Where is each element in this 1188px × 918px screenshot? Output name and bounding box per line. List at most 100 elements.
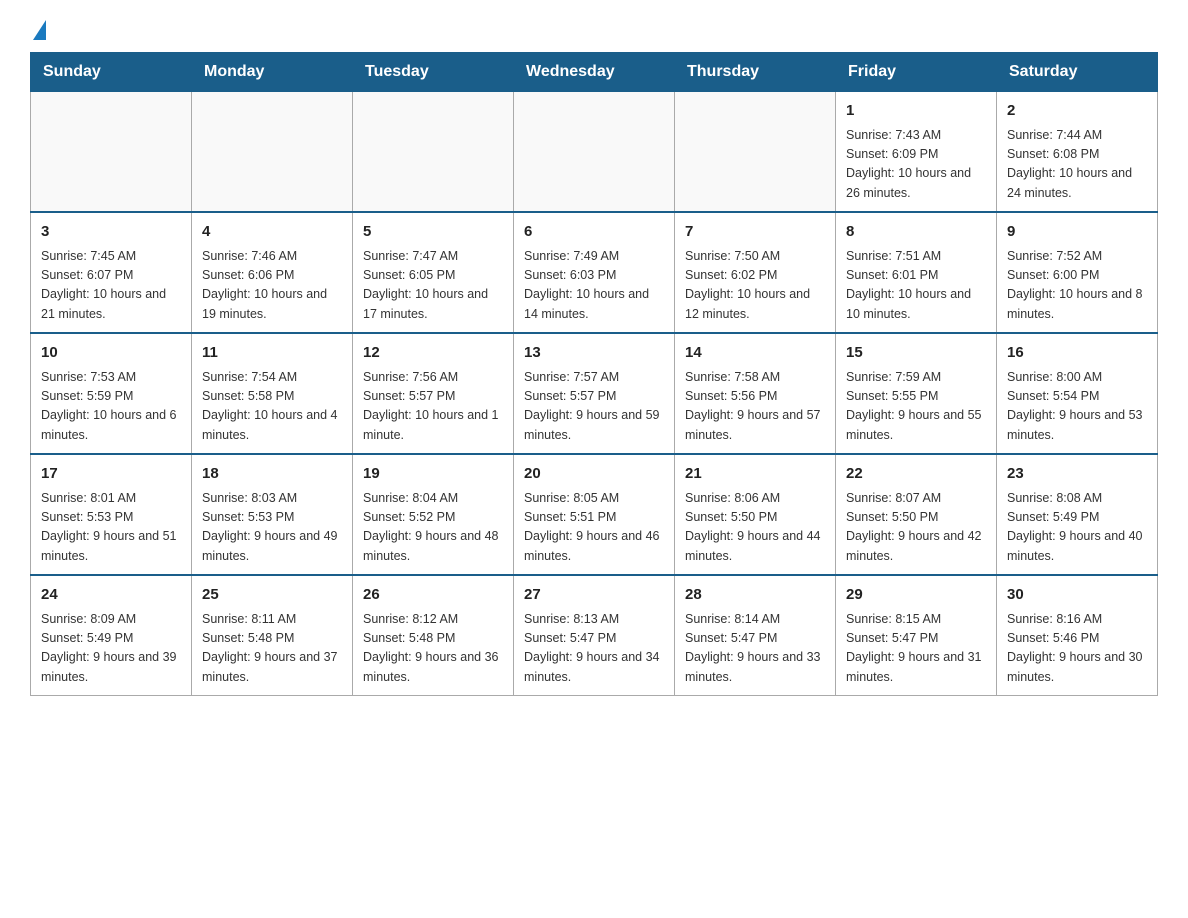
calendar-cell: 19 Sunrise: 8:04 AM Sunset: 5:52 PM Dayli… xyxy=(353,454,514,575)
day-number: 13 xyxy=(524,342,664,365)
day-number: 23 xyxy=(1007,463,1147,486)
day-number: 22 xyxy=(846,463,986,486)
calendar-cell: 29 Sunrise: 8:15 AM Sunset: 5:47 PM Dayli… xyxy=(836,575,997,696)
day-number: 7 xyxy=(685,221,825,244)
calendar-cell: 21 Sunrise: 8:06 AM Sunset: 5:50 PM Dayli… xyxy=(675,454,836,575)
logo xyxy=(30,20,46,42)
day-info: Sunrise: 7:44 AM Sunset: 6:08 PM Dayligh… xyxy=(1007,126,1147,204)
calendar-cell xyxy=(353,92,514,213)
calendar-cell: 25Sunrise: 8:11 AM Sunset: 5:48 PM Dayli… xyxy=(192,575,353,696)
calendar-week-row: 24 Sunrise: 8:09 AM Sunset: 5:49 PM Dayli… xyxy=(31,575,1158,696)
page-header xyxy=(30,20,1158,42)
calendar-cell: 12Sunrise: 7:56 AM Sunset: 5:57 PM Dayli… xyxy=(353,333,514,454)
day-number: 17 xyxy=(41,463,181,486)
day-number: 29 xyxy=(846,584,986,607)
day-number: 10 xyxy=(41,342,181,365)
calendar-cell: 10 Sunrise: 7:53 AM Sunset: 5:59 PM Dayli… xyxy=(31,333,192,454)
calendar-cell: 20Sunrise: 8:05 AM Sunset: 5:51 PM Dayli… xyxy=(514,454,675,575)
calendar-cell: 24 Sunrise: 8:09 AM Sunset: 5:49 PM Dayli… xyxy=(31,575,192,696)
calendar-cell: 30 Sunrise: 8:16 AM Sunset: 5:46 PM Dayli… xyxy=(997,575,1158,696)
header-sunday: Sunday xyxy=(31,53,192,92)
calendar-cell: 9 Sunrise: 7:52 AM Sunset: 6:00 PM Daylig… xyxy=(997,212,1158,333)
day-number: 4 xyxy=(202,221,342,244)
day-number: 28 xyxy=(685,584,825,607)
calendar-cell: 8 Sunrise: 7:51 AM Sunset: 6:01 PM Daylig… xyxy=(836,212,997,333)
calendar-cell: 18 Sunrise: 8:03 AM Sunset: 5:53 PM Dayli… xyxy=(192,454,353,575)
day-number: 15 xyxy=(846,342,986,365)
calendar-cell: 28 Sunrise: 8:14 AM Sunset: 5:47 PM Dayli… xyxy=(675,575,836,696)
calendar-cell: 23 Sunrise: 8:08 AM Sunset: 5:49 PM Dayli… xyxy=(997,454,1158,575)
day-info: Sunrise: 7:53 AM Sunset: 5:59 PM Dayligh… xyxy=(41,368,181,446)
day-info: Sunrise: 8:04 AM Sunset: 5:52 PM Dayligh… xyxy=(363,489,503,567)
day-info: Sunrise: 8:13 AM Sunset: 5:47 PM Dayligh… xyxy=(524,610,664,688)
day-number: 21 xyxy=(685,463,825,486)
day-info: Sunrise: 8:01 AM Sunset: 5:53 PM Dayligh… xyxy=(41,489,181,567)
calendar-cell: 17 Sunrise: 8:01 AM Sunset: 5:53 PM Dayli… xyxy=(31,454,192,575)
day-number: 26 xyxy=(363,584,503,607)
day-number: 25 xyxy=(202,584,342,607)
calendar-week-row: 17 Sunrise: 8:01 AM Sunset: 5:53 PM Dayli… xyxy=(31,454,1158,575)
calendar-table: SundayMondayTuesdayWednesdayThursdayFrid… xyxy=(30,52,1158,696)
calendar-cell: 26 Sunrise: 8:12 AM Sunset: 5:48 PM Dayli… xyxy=(353,575,514,696)
day-info: Sunrise: 7:57 AM Sunset: 5:57 PM Dayligh… xyxy=(524,368,664,446)
calendar-week-row: 1Sunrise: 7:43 AM Sunset: 6:09 PM Daylig… xyxy=(31,92,1158,213)
day-info: Sunrise: 7:50 AM Sunset: 6:02 PM Dayligh… xyxy=(685,247,825,325)
calendar-cell: 5 Sunrise: 7:47 AM Sunset: 6:05 PM Daylig… xyxy=(353,212,514,333)
day-number: 3 xyxy=(41,221,181,244)
day-number: 11 xyxy=(202,342,342,365)
calendar-cell xyxy=(675,92,836,213)
day-info: Sunrise: 7:58 AM Sunset: 5:56 PM Dayligh… xyxy=(685,368,825,446)
day-number: 2 xyxy=(1007,100,1147,123)
day-number: 19 xyxy=(363,463,503,486)
calendar-cell: 14 Sunrise: 7:58 AM Sunset: 5:56 PM Dayli… xyxy=(675,333,836,454)
header-tuesday: Tuesday xyxy=(353,53,514,92)
calendar-cell xyxy=(31,92,192,213)
day-info: Sunrise: 7:43 AM Sunset: 6:09 PM Dayligh… xyxy=(846,126,986,204)
calendar-cell: 3 Sunrise: 7:45 AM Sunset: 6:07 PM Daylig… xyxy=(31,212,192,333)
logo-triangle-icon xyxy=(33,20,46,40)
day-info: Sunrise: 8:14 AM Sunset: 5:47 PM Dayligh… xyxy=(685,610,825,688)
day-number: 18 xyxy=(202,463,342,486)
day-number: 24 xyxy=(41,584,181,607)
calendar-week-row: 3 Sunrise: 7:45 AM Sunset: 6:07 PM Daylig… xyxy=(31,212,1158,333)
day-number: 5 xyxy=(363,221,503,244)
day-info: Sunrise: 7:46 AM Sunset: 6:06 PM Dayligh… xyxy=(202,247,342,325)
day-info: Sunrise: 8:09 AM Sunset: 5:49 PM Dayligh… xyxy=(41,610,181,688)
day-info: Sunrise: 8:00 AM Sunset: 5:54 PM Dayligh… xyxy=(1007,368,1147,446)
day-number: 9 xyxy=(1007,221,1147,244)
day-info: Sunrise: 8:12 AM Sunset: 5:48 PM Dayligh… xyxy=(363,610,503,688)
calendar-cell: 6 Sunrise: 7:49 AM Sunset: 6:03 PM Daylig… xyxy=(514,212,675,333)
calendar-cell: 4 Sunrise: 7:46 AM Sunset: 6:06 PM Daylig… xyxy=(192,212,353,333)
day-info: Sunrise: 8:06 AM Sunset: 5:50 PM Dayligh… xyxy=(685,489,825,567)
day-info: Sunrise: 8:16 AM Sunset: 5:46 PM Dayligh… xyxy=(1007,610,1147,688)
calendar-cell xyxy=(514,92,675,213)
calendar-cell: 2 Sunrise: 7:44 AM Sunset: 6:08 PM Daylig… xyxy=(997,92,1158,213)
header-saturday: Saturday xyxy=(997,53,1158,92)
day-info: Sunrise: 8:15 AM Sunset: 5:47 PM Dayligh… xyxy=(846,610,986,688)
day-info: Sunrise: 7:52 AM Sunset: 6:00 PM Dayligh… xyxy=(1007,247,1147,325)
calendar-cell: 16Sunrise: 8:00 AM Sunset: 5:54 PM Dayli… xyxy=(997,333,1158,454)
calendar-cell: 13 Sunrise: 7:57 AM Sunset: 5:57 PM Dayli… xyxy=(514,333,675,454)
day-number: 6 xyxy=(524,221,664,244)
calendar-cell: 15 Sunrise: 7:59 AM Sunset: 5:55 PM Dayli… xyxy=(836,333,997,454)
day-info: Sunrise: 8:07 AM Sunset: 5:50 PM Dayligh… xyxy=(846,489,986,567)
calendar-week-row: 10 Sunrise: 7:53 AM Sunset: 5:59 PM Dayli… xyxy=(31,333,1158,454)
header-monday: Monday xyxy=(192,53,353,92)
day-number: 30 xyxy=(1007,584,1147,607)
header-thursday: Thursday xyxy=(675,53,836,92)
day-number: 14 xyxy=(685,342,825,365)
day-info: Sunrise: 7:49 AM Sunset: 6:03 PM Dayligh… xyxy=(524,247,664,325)
calendar-header-row: SundayMondayTuesdayWednesdayThursdayFrid… xyxy=(31,53,1158,92)
day-info: Sunrise: 7:45 AM Sunset: 6:07 PM Dayligh… xyxy=(41,247,181,325)
day-info: Sunrise: 8:05 AM Sunset: 5:51 PM Dayligh… xyxy=(524,489,664,567)
day-info: Sunrise: 7:51 AM Sunset: 6:01 PM Dayligh… xyxy=(846,247,986,325)
day-number: 8 xyxy=(846,221,986,244)
day-info: Sunrise: 7:59 AM Sunset: 5:55 PM Dayligh… xyxy=(846,368,986,446)
header-friday: Friday xyxy=(836,53,997,92)
calendar-cell: 11 Sunrise: 7:54 AM Sunset: 5:58 PM Dayli… xyxy=(192,333,353,454)
day-info: Sunrise: 7:54 AM Sunset: 5:58 PM Dayligh… xyxy=(202,368,342,446)
day-info: Sunrise: 8:08 AM Sunset: 5:49 PM Dayligh… xyxy=(1007,489,1147,567)
calendar-cell xyxy=(192,92,353,213)
day-info: Sunrise: 7:47 AM Sunset: 6:05 PM Dayligh… xyxy=(363,247,503,325)
day-info: Sunrise: 8:03 AM Sunset: 5:53 PM Dayligh… xyxy=(202,489,342,567)
